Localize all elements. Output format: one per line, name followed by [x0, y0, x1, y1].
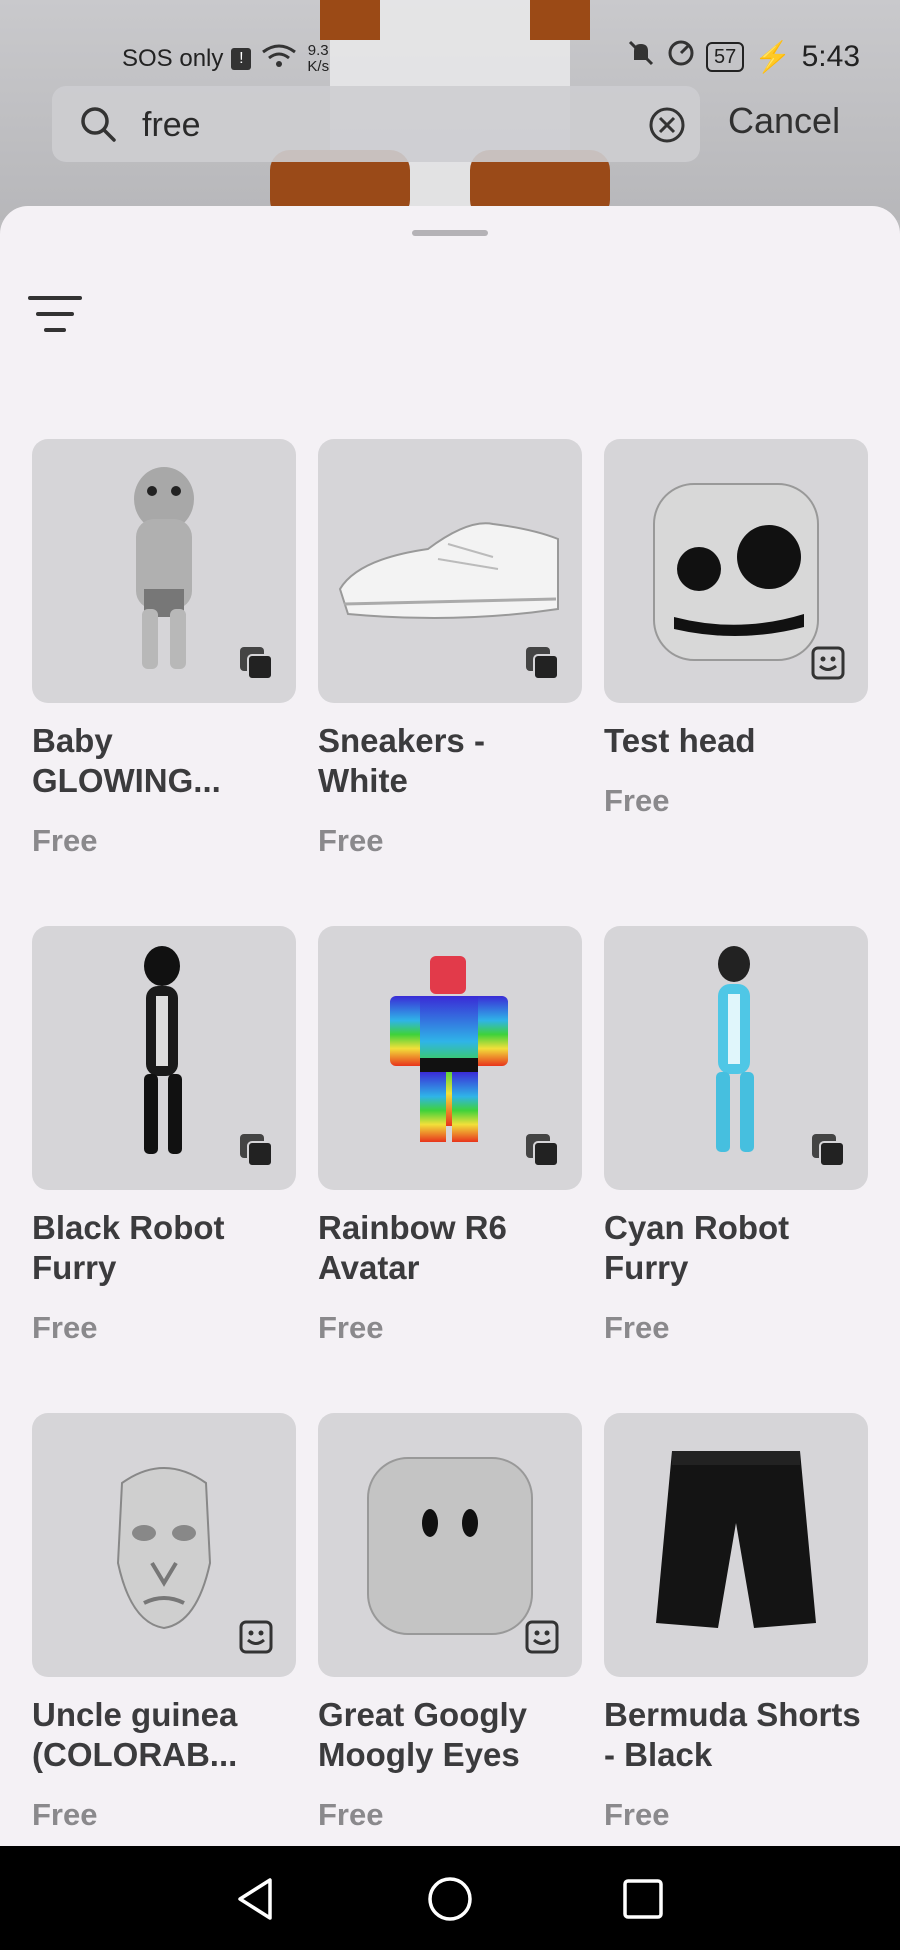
head-icon [239, 1620, 273, 1654]
item-thumbnail[interactable] [604, 926, 868, 1190]
item-card[interactable]: Bermuda Shorts - Black Free [604, 1413, 868, 1833]
alert-icon: ! [231, 47, 252, 70]
item-card[interactable]: Great Googly Moogly Eyes Free [318, 1413, 582, 1833]
item-card[interactable]: Black Robot Furry Free [32, 926, 296, 1346]
item-price: Free [32, 823, 98, 858]
carrier-text: SOS only [122, 44, 224, 72]
item-name: Rainbow R6 Avatar [318, 1209, 507, 1286]
item-thumbnail[interactable] [318, 926, 582, 1190]
bundle-icon [240, 1134, 273, 1167]
wifi-icon [259, 42, 299, 75]
item-card[interactable]: Sneakers - White Free [318, 439, 582, 859]
recents-icon[interactable] [618, 1874, 668, 1924]
item-thumbnail[interactable] [32, 1413, 296, 1677]
item-name: Sneakers - White [318, 722, 485, 799]
item-name: Cyan Robot Furry [604, 1209, 790, 1286]
item-name: Bermuda Shorts - Black [604, 1696, 861, 1773]
clear-search-icon[interactable] [648, 106, 686, 144]
search-icon [81, 107, 116, 142]
item-name: Test head [604, 722, 756, 759]
item-thumbnail[interactable] [32, 926, 296, 1190]
search-bar[interactable] [52, 86, 700, 162]
data-saver-icon [666, 38, 696, 76]
item-image [656, 1451, 816, 1628]
head-icon [811, 646, 845, 680]
item-card[interactable]: Uncle guinea (COLORAB... Free [32, 1413, 296, 1833]
item-thumbnail[interactable] [318, 1413, 582, 1677]
item-card[interactable]: Cyan Robot Furry Free [604, 926, 868, 1346]
bundle-icon [240, 647, 273, 680]
item-price: Free [604, 1797, 670, 1832]
item-price: Free [32, 1797, 98, 1832]
item-price: Free [318, 1797, 384, 1832]
bundle-icon [526, 647, 559, 680]
item-name: Black Robot Furry [32, 1209, 225, 1286]
item-price: Free [32, 1310, 98, 1345]
search-input[interactable] [140, 100, 604, 150]
item-name: Baby GLOWING... [32, 722, 221, 799]
home-icon[interactable] [425, 1874, 475, 1924]
item-thumbnail[interactable] [318, 439, 582, 703]
item-card[interactable]: Test head Free [604, 439, 868, 819]
item-thumbnail[interactable] [32, 439, 296, 703]
item-price: Free [318, 823, 384, 858]
item-card[interactable]: Baby GLOWING... Free [32, 439, 296, 859]
system-nav-bar [0, 1846, 900, 1950]
item-price: Free [318, 1310, 384, 1345]
filter-icon[interactable] [28, 294, 84, 336]
item-thumbnail[interactable] [604, 1413, 868, 1677]
item-price: Free [604, 1310, 670, 1345]
item-name: Great Googly Moogly Eyes [318, 1696, 528, 1773]
mute-icon [626, 38, 656, 76]
cancel-button[interactable]: Cancel [728, 100, 840, 142]
results-sheet: Baby GLOWING... Free Sneakers - White Fr… [0, 206, 900, 1846]
battery-indicator: 57 [706, 42, 745, 72]
item-name: Uncle guinea (COLORAB... [32, 1696, 238, 1773]
sheet-drag-handle[interactable] [412, 230, 488, 236]
bundle-icon [526, 1134, 559, 1167]
net-speed: 9.3 K/s [307, 41, 330, 75]
bundle-icon [812, 1134, 845, 1167]
head-icon [525, 1620, 559, 1654]
item-thumbnail[interactable] [604, 439, 868, 703]
back-icon[interactable] [232, 1874, 282, 1924]
item-card[interactable]: Rainbow R6 Avatar Free [318, 926, 582, 1346]
status-bar: SOS only ! 9.3 K/s 57 ⚡ 5:43 [0, 30, 900, 80]
item-price: Free [604, 783, 670, 818]
charging-icon: ⚡ [754, 40, 792, 74]
clock: 5:43 [801, 40, 860, 73]
